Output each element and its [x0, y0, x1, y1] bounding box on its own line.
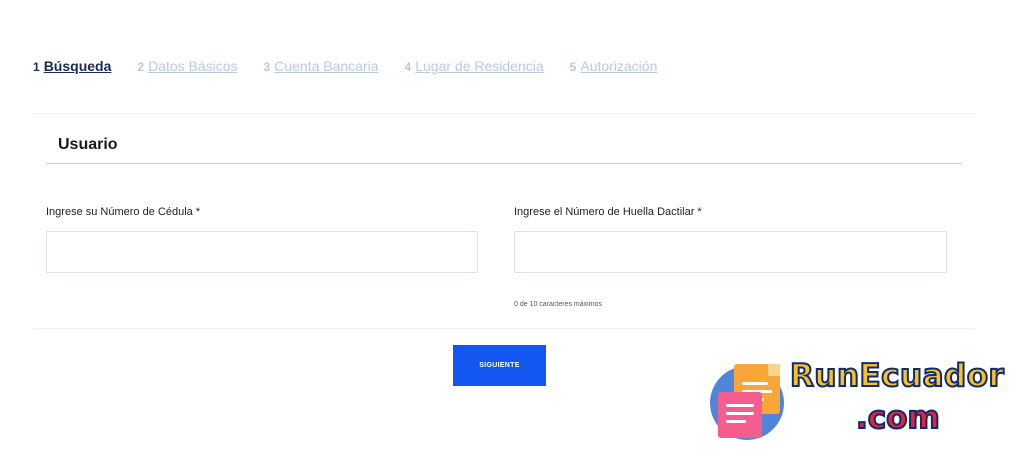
step-number: 2	[137, 60, 145, 74]
step-lugar-residencia[interactable]: 4 Lugar de Residencia	[405, 58, 544, 74]
top-divider	[33, 113, 975, 114]
bottom-divider	[33, 328, 975, 329]
cedula-input[interactable]	[46, 231, 478, 273]
step-number: 3	[263, 60, 271, 74]
watermark-brand: RunEcuador	[789, 357, 1005, 395]
step-label: Autorización	[580, 58, 658, 74]
step-busqueda[interactable]: 1 Búsqueda	[33, 58, 111, 74]
section-title: Usuario	[58, 136, 118, 153]
step-cuenta-bancaria[interactable]: 3 Cuenta Bancaria	[264, 58, 379, 74]
huella-char-counter: 0 de 10 caracteres máximos	[514, 301, 602, 308]
huella-input[interactable]	[514, 231, 947, 273]
runecuador-watermark-logo: RunEcuador .com	[706, 357, 1006, 448]
watermark-domain: .com	[855, 399, 941, 437]
step-label: Cuenta Bancaria	[274, 58, 379, 74]
pink-document-icon	[718, 392, 762, 438]
step-number: 5	[569, 60, 577, 74]
huella-label: Ingrese el Número de Huella Dactilar *	[514, 206, 702, 218]
next-button[interactable]: SIGUIENTE	[453, 345, 546, 386]
step-label: Lugar de Residencia	[415, 58, 544, 74]
step-label: Datos Básicos	[148, 58, 238, 74]
step-number: 4	[404, 60, 412, 74]
step-label: Búsqueda	[43, 58, 112, 74]
wizard-steps: 1 Búsqueda 2 Datos Básicos 3 Cuenta Banc…	[33, 58, 683, 74]
step-number: 1	[33, 60, 40, 74]
step-autorizacion[interactable]: 5 Autorización	[570, 58, 658, 74]
section-divider	[46, 163, 962, 164]
cedula-label: Ingrese su Número de Cédula *	[46, 206, 201, 218]
step-datos-basicos[interactable]: 2 Datos Básicos	[137, 58, 237, 74]
